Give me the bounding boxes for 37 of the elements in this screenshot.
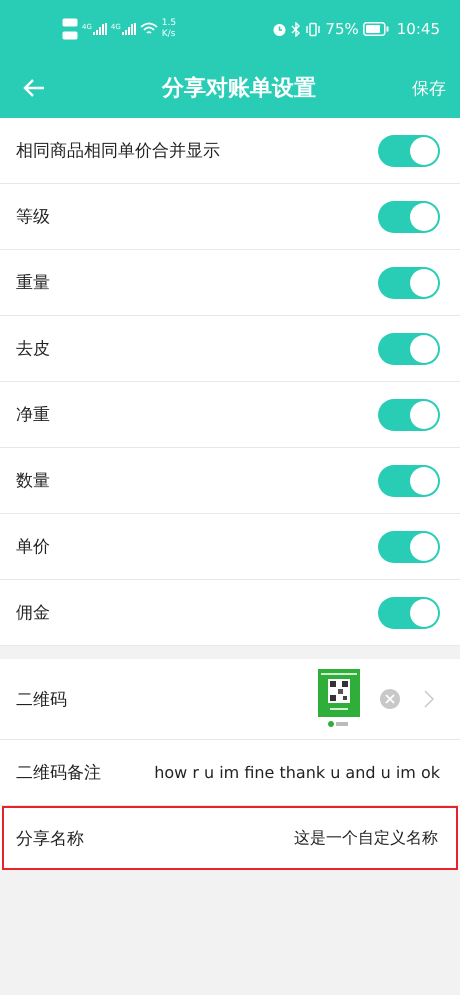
toggle-switch[interactable] xyxy=(378,398,440,430)
battery-level: 75% xyxy=(325,20,359,38)
signal-icon xyxy=(92,23,107,35)
signal-icon xyxy=(122,23,136,35)
battery-icon xyxy=(362,22,389,36)
page-title: 分享对账单设置 xyxy=(162,75,316,103)
clock-time: 10:45 xyxy=(396,20,440,38)
setting-label: 重量 xyxy=(16,272,50,294)
chevron-right-icon xyxy=(424,690,434,708)
network-speed: K/s xyxy=(162,29,176,40)
network-speed: 1.5 xyxy=(162,18,176,29)
setting-label: 数量 xyxy=(16,470,50,492)
setting-label: 等级 xyxy=(16,206,50,228)
toggle-switch[interactable] xyxy=(378,464,440,496)
vibrate-icon xyxy=(305,22,322,36)
clear-button[interactable] xyxy=(380,689,400,709)
setting-label: 净重 xyxy=(16,404,50,426)
toggle-switch[interactable] xyxy=(378,332,440,364)
toggle-switch[interactable] xyxy=(378,530,440,562)
wifi-icon xyxy=(140,22,158,36)
setting-value: how r u im fine thank u and u im ok xyxy=(154,763,440,782)
setting-label: 相同商品相同单价合并显示 xyxy=(16,140,220,162)
alarm-icon xyxy=(272,22,288,36)
setting-label: 佣金 xyxy=(16,602,50,624)
toggle-switch[interactable] xyxy=(378,200,440,232)
save-button[interactable]: 保存 xyxy=(412,76,446,100)
setting-label: 单价 xyxy=(16,536,50,558)
toggle-switch[interactable] xyxy=(378,134,440,166)
setting-label: 去皮 xyxy=(16,338,50,360)
toggle-switch[interactable] xyxy=(378,266,440,298)
back-button[interactable] xyxy=(22,78,46,98)
setting-label: 二维码备注 xyxy=(16,762,101,784)
setting-value: 这是一个自定义名称 xyxy=(294,828,438,848)
setting-label: 分享名称 xyxy=(16,828,84,850)
toggle-switch[interactable] xyxy=(378,596,440,628)
setting-label: 二维码 xyxy=(16,688,67,710)
bluetooth-icon xyxy=(291,22,302,36)
